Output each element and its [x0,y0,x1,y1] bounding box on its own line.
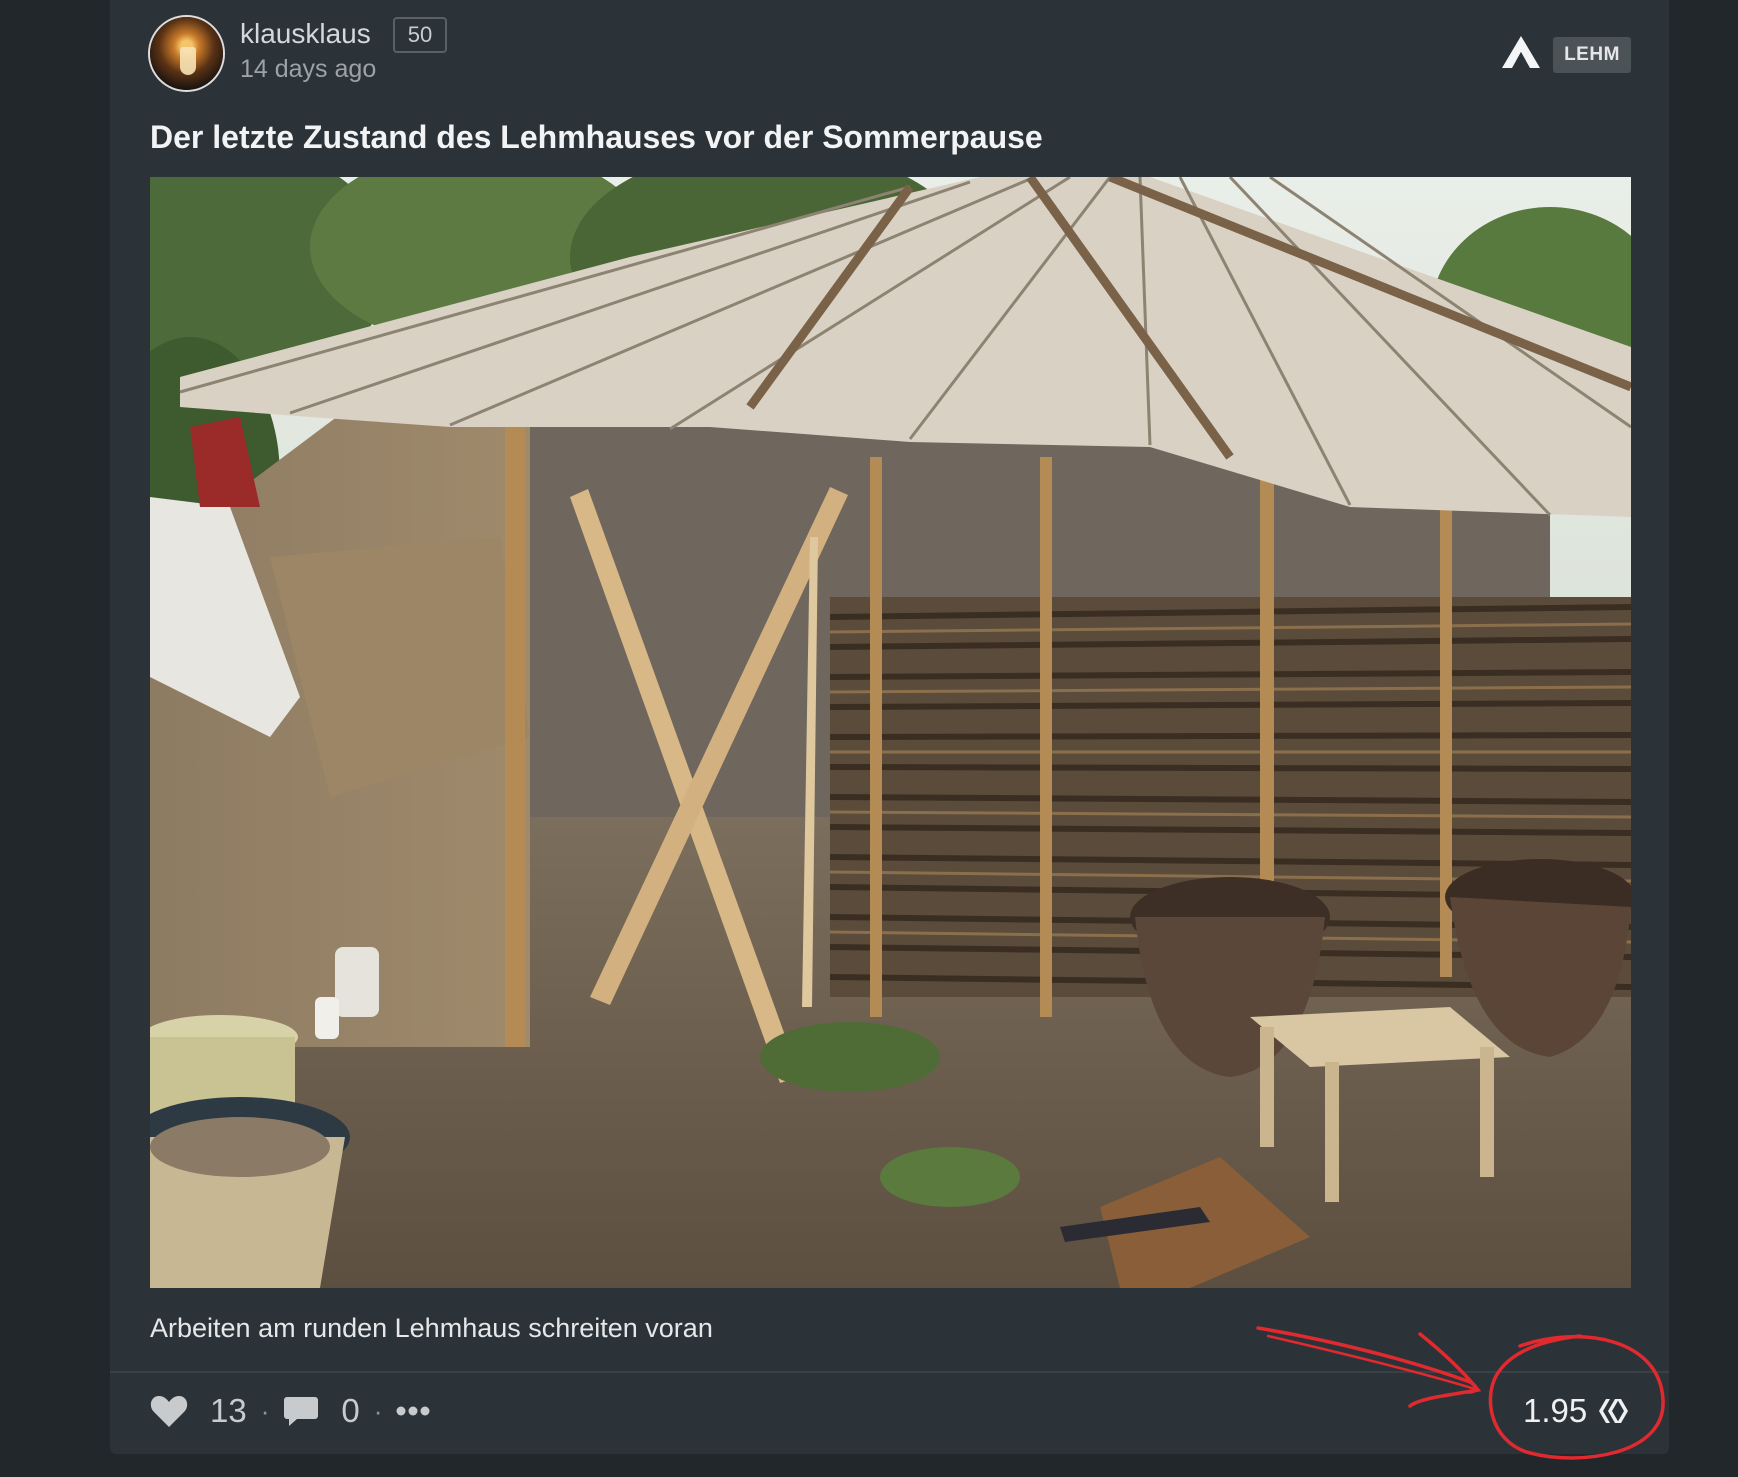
comment-icon[interactable] [283,1394,319,1428]
avatar[interactable] [150,17,223,90]
vote-count[interactable]: 13 [210,1392,247,1430]
post-image[interactable] [150,177,1631,1288]
footer-divider [110,1371,1669,1373]
author-name[interactable]: klausklaus [240,16,371,52]
separator-dot: · [260,1395,270,1426]
post-timestamp[interactable]: 14 days ago [240,52,376,86]
avatar-figure [180,47,196,75]
post-card: klausklaus 50 14 days ago LEHM Der letzt… [110,0,1669,1454]
separator-dot: · [373,1395,383,1426]
reputation-badge: 50 [393,17,447,53]
heart-icon[interactable] [150,1394,188,1428]
payout-value[interactable]: 1.95 [1523,1388,1629,1434]
payout-amount: 1.95 [1523,1392,1588,1429]
post-footer: 13 · 0 · [150,1388,430,1434]
post-title[interactable]: Der letzte Zustand des Lehmhauses vor de… [150,116,1043,158]
more-icon[interactable] [396,1405,430,1417]
community-tag[interactable]: LEHM [1553,37,1631,73]
hive-icon [1599,1399,1629,1423]
comment-count[interactable]: 0 [341,1392,359,1430]
post-caption: Arbeiten am runden Lehmhaus schreiten vo… [150,1313,713,1343]
community-icon[interactable] [1500,34,1542,70]
